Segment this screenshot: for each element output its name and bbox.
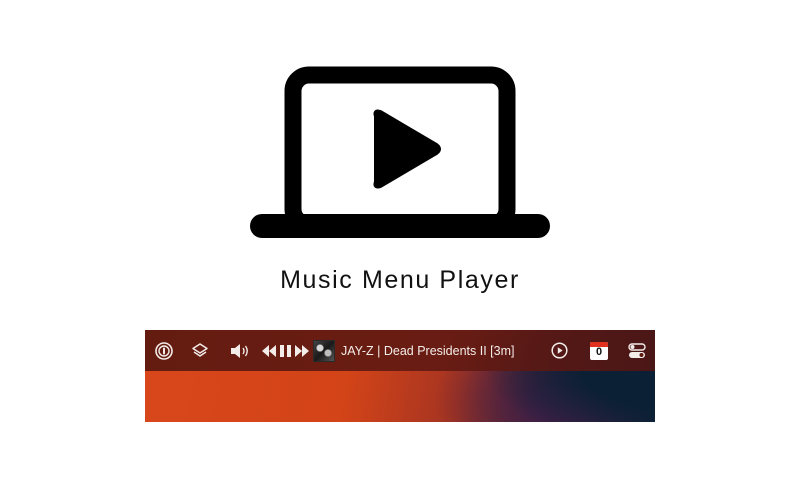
laptop-play-icon <box>250 66 550 238</box>
speaker-volume-icon[interactable] <box>228 330 252 371</box>
desktop-wallpaper: JAY-Z | Dead Presidents II [3m] 0 <box>145 330 655 422</box>
calendar-day: 0 <box>595 345 603 358</box>
play-circle-icon[interactable] <box>548 330 570 371</box>
control-center-toggle-icon[interactable] <box>626 330 648 371</box>
layers-icon[interactable] <box>189 330 211 371</box>
pause-icon[interactable] <box>278 330 292 371</box>
calendar-button[interactable]: 0 <box>588 330 610 371</box>
now-playing-text: JAY-Z | Dead Presidents II [3m] <box>341 343 515 358</box>
fast-forward-icon[interactable] <box>293 330 309 371</box>
album-art <box>313 339 335 362</box>
rewind-icon[interactable] <box>261 330 277 371</box>
page: Music Menu Player JAY-Z | Dead President… <box>0 0 800 500</box>
now-playing-button[interactable]: JAY-Z | Dead Presidents II [3m] <box>341 330 531 371</box>
app-title: Music Menu Player <box>280 266 520 294</box>
album-art-button[interactable] <box>312 330 336 371</box>
password-manager-icon[interactable] <box>153 330 175 371</box>
calendar-icon: 0 <box>590 341 608 360</box>
menu-bar: JAY-Z | Dead Presidents II [3m] 0 <box>145 330 655 371</box>
